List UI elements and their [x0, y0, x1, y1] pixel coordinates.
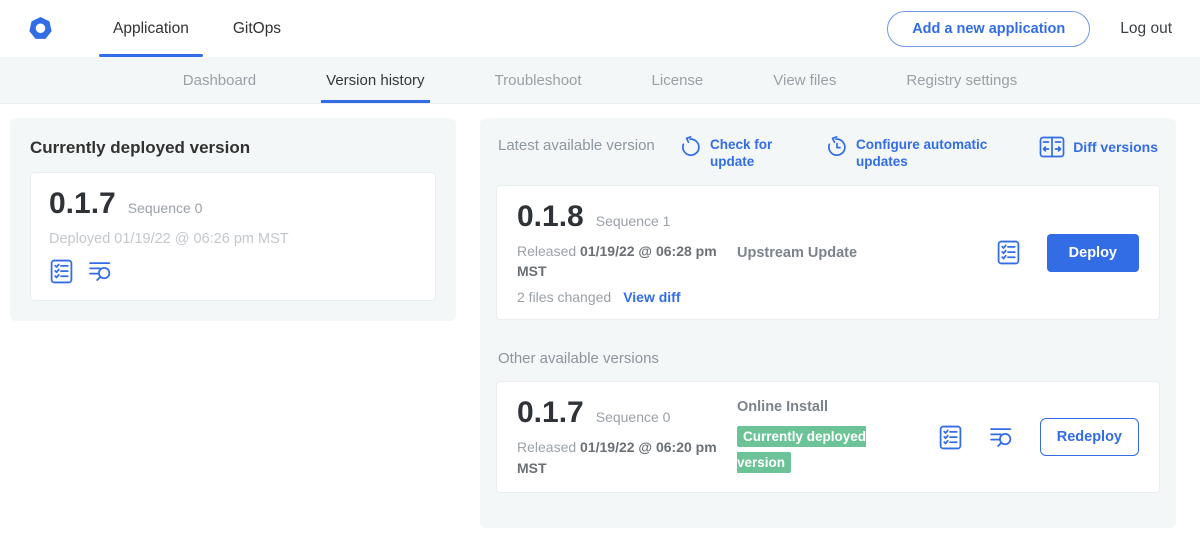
subtab-dashboard-label: Dashboard [183, 72, 256, 89]
redeploy-button[interactable]: Redeploy [1040, 418, 1139, 456]
subtab-license-label: License [652, 72, 704, 89]
currently-deployed-panel: Currently deployed version 0.1.7 Sequenc… [10, 118, 456, 321]
latest-released-timestamp: Released 01/19/22 @ 06:28 pm MST [517, 241, 722, 282]
other-source-col: Online Install Currently deployed versio… [731, 398, 926, 477]
view-diff-link[interactable]: View diff [623, 289, 680, 305]
other-version-number: 0.1.7 [517, 396, 584, 430]
app-logo-icon[interactable] [28, 16, 53, 41]
version-history-content: Currently deployed version 0.1.7 Sequenc… [0, 104, 1200, 528]
latest-release-info: 0.1.8 Sequence 1 Released 01/19/22 @ 06:… [517, 200, 731, 306]
subtab-registry-settings[interactable]: Registry settings [904, 57, 1019, 103]
latest-release-card: 0.1.8 Sequence 1 Released 01/19/22 @ 06:… [496, 185, 1160, 321]
app-sub-nav: Dashboard Version history Troubleshoot L… [0, 57, 1200, 104]
top-nav: Application GitOps Add a new application… [0, 0, 1200, 57]
other-released-timestamp: Released 01/19/22 @ 06:20 pm MST [517, 437, 722, 478]
currently-deployed-title: Currently deployed version [30, 138, 436, 158]
files-changed-label: 2 files changed [517, 289, 611, 305]
diff-versions-icon [1039, 136, 1065, 158]
subtab-view-files[interactable]: View files [771, 57, 838, 103]
latest-available-panel: Latest available version Check for updat… [480, 118, 1176, 528]
deployed-timestamp: Deployed 01/19/22 @ 06:26 pm MST [49, 231, 417, 247]
tab-application[interactable]: Application [99, 0, 203, 57]
currently-deployed-badge-wrap: Currently deployed version [737, 424, 897, 477]
subtab-version-history[interactable]: Version history [324, 57, 426, 103]
deployed-version-number: 0.1.7 [49, 187, 116, 221]
released-prefix: Released [517, 243, 576, 259]
preflight-checklist-icon[interactable] [938, 425, 963, 450]
tab-application-label: Application [113, 20, 189, 38]
released-prefix: Released [517, 439, 576, 455]
subtab-troubleshoot[interactable]: Troubleshoot [493, 57, 584, 103]
deployed-card-actions [49, 259, 417, 284]
tab-gitops[interactable]: GitOps [219, 0, 295, 57]
diff-versions-action[interactable]: Diff versions [1039, 136, 1158, 158]
other-release-card: 0.1.7 Sequence 0 Released 01/19/22 @ 06:… [496, 381, 1160, 493]
top-nav-right: Add a new application Log out [887, 11, 1172, 47]
schedule-clock-icon [826, 136, 848, 158]
latest-release-actions: Deploy [996, 234, 1139, 272]
subtab-registry-settings-label: Registry settings [906, 72, 1017, 89]
other-versions-title: Other available versions [498, 350, 1158, 367]
deployed-version-card: 0.1.7 Sequence 0 Deployed 01/19/22 @ 06:… [30, 172, 436, 301]
check-for-update-action[interactable]: Check for update [680, 136, 786, 171]
preflight-checklist-icon[interactable] [49, 259, 74, 284]
check-update-refresh-icon [680, 136, 702, 158]
top-nav-tabs: Application GitOps [99, 0, 311, 57]
subtab-dashboard[interactable]: Dashboard [181, 57, 258, 103]
currently-deployed-badge: Currently deployed version [737, 426, 866, 473]
files-changed-row: 2 files changed View diff [517, 289, 731, 305]
configure-auto-updates-label: Configure automatic updates [856, 136, 1000, 171]
check-update-label: Check for update [710, 136, 786, 171]
deploy-logs-icon[interactable] [88, 259, 113, 284]
subtab-license[interactable]: License [650, 57, 706, 103]
deployed-sequence-label: Sequence 0 [128, 200, 203, 216]
other-sequence-label: Sequence 0 [596, 409, 671, 425]
latest-header: Latest available version Check for updat… [494, 134, 1162, 171]
logout-link[interactable]: Log out [1120, 20, 1172, 38]
latest-sequence-label: Sequence 1 [596, 213, 671, 229]
deployed-version-row: 0.1.7 Sequence 0 [49, 187, 417, 221]
other-release-actions: Redeploy [938, 418, 1139, 456]
other-release-info: 0.1.7 Sequence 0 Released 01/19/22 @ 06:… [517, 396, 731, 478]
add-application-button[interactable]: Add a new application [887, 11, 1090, 47]
latest-source-col: Upstream Update [731, 244, 984, 262]
tab-gitops-label: GitOps [233, 20, 281, 38]
diff-versions-label: Diff versions [1073, 138, 1158, 157]
subtab-troubleshoot-label: Troubleshoot [495, 72, 582, 89]
latest-available-title: Latest available version [498, 136, 656, 156]
latest-version-number: 0.1.8 [517, 200, 584, 234]
deploy-button[interactable]: Deploy [1047, 234, 1139, 272]
configure-auto-updates-action[interactable]: Configure automatic updates [826, 136, 1000, 171]
deploy-logs-icon[interactable] [989, 425, 1014, 450]
subtab-view-files-label: View files [773, 72, 836, 89]
preflight-checklist-icon[interactable] [996, 240, 1021, 265]
other-source-label: Online Install [737, 399, 828, 415]
latest-source-label: Upstream Update [737, 245, 857, 261]
subtab-version-history-label: Version history [326, 72, 424, 89]
